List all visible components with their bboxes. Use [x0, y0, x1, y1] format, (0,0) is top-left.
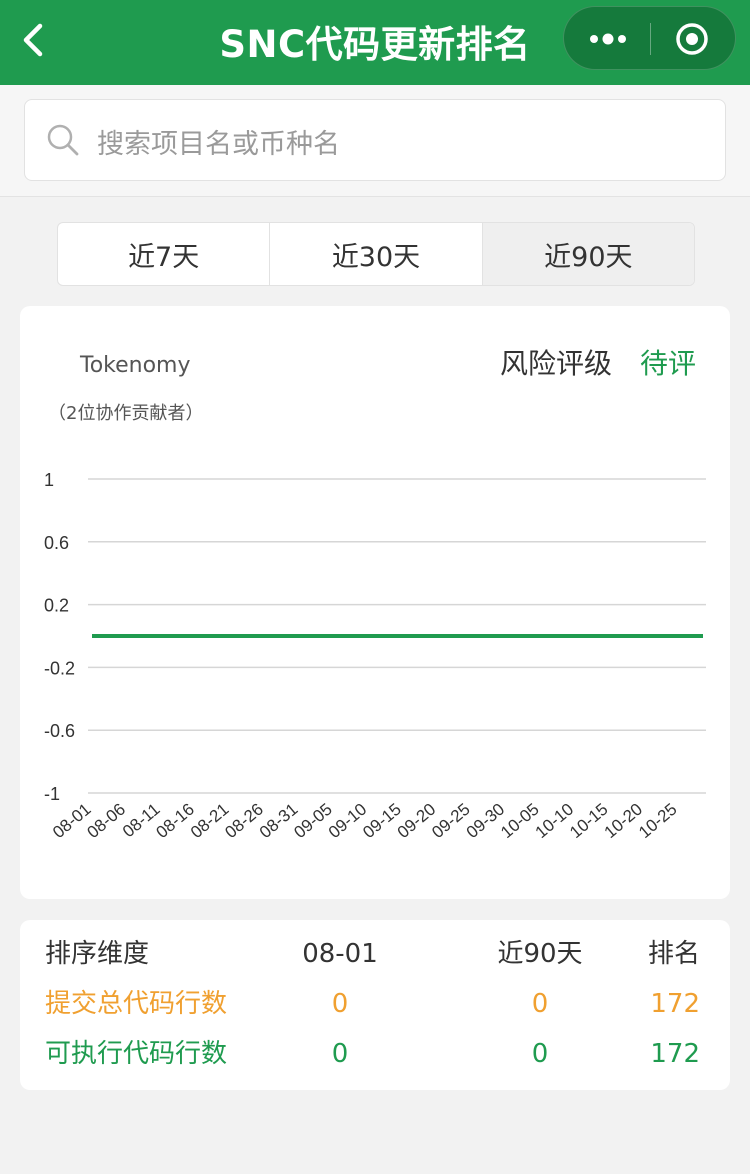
x-tick-label: 10-15: [566, 800, 612, 843]
period-tabs: 近7天 近30天 近90天: [57, 222, 695, 286]
x-tick-label: 08-16: [152, 800, 198, 843]
nav-bar: SNC代码更新排名: [0, 0, 750, 85]
y-tick-label: -0.2: [44, 658, 75, 678]
header-date: 08-01: [302, 939, 378, 969]
y-tick-label: 1: [44, 470, 54, 490]
tab-90-days[interactable]: 近90天: [482, 223, 694, 285]
x-tick-label: 09-15: [359, 800, 405, 843]
x-tick-label: 10-25: [635, 800, 681, 843]
x-tick-label: 08-11: [119, 800, 164, 842]
row-90-day-value: 0: [531, 1039, 549, 1069]
table-row: 可执行代码行数 0 0 172: [20, 1032, 730, 1076]
capsule-divider: [650, 23, 651, 55]
row-name: 可执行代码行数: [45, 1039, 228, 1069]
ranking-table: 排序维度 08-01 近90天 排名 提交总代码行数 0 0 172 可执行代码…: [20, 920, 730, 1090]
more-dots-icon[interactable]: [588, 25, 628, 53]
x-tick-label: 10-05: [497, 800, 543, 843]
x-tick-label: 10-20: [601, 800, 647, 843]
row-rank: 172: [650, 1039, 700, 1069]
row-90-day-value: 0: [531, 989, 549, 1019]
x-tick-label: 09-30: [463, 800, 509, 843]
row-date-value: 0: [331, 1039, 349, 1069]
row-date-value: 0: [331, 989, 349, 1019]
chart-card: 1 0.6 0.2 -0.2 -0.6 -1 08-01 08-06 08-11 08-16 08-…: [20, 306, 730, 899]
search-placeholder: 搜索项目名或币种名: [97, 129, 340, 160]
x-tick-label: 08-26: [221, 800, 267, 843]
y-tick-label: 0.6: [44, 533, 69, 553]
search-area: 搜索项目名或币种名: [0, 85, 750, 197]
header-rank: 排名: [647, 939, 700, 969]
line-chart: 10.60.2-0.2-0.6-108-0108-0608-1108-1608-…: [44, 470, 706, 843]
y-tick-label: -1: [44, 784, 60, 804]
row-rank: 172: [650, 989, 700, 1019]
header-90-days: 近90天: [497, 939, 583, 969]
tab-7-days[interactable]: 近7天: [58, 223, 271, 285]
risk-rating-label: 风险评级: [500, 347, 613, 380]
search-input[interactable]: 搜索项目名或币种名: [24, 99, 726, 181]
x-tick-label: 08-31: [256, 800, 302, 843]
row-name: 提交总代码行数: [45, 989, 228, 1019]
y-tick-label: 0.2: [44, 596, 69, 616]
contributors-count: （2位协作贡献者）: [48, 403, 204, 424]
x-tick-label: 08-06: [84, 800, 130, 843]
table-row: 提交总代码行数 0 0 172: [20, 982, 730, 1026]
project-name: Tokenomy: [80, 353, 191, 378]
x-tick-label: 09-05: [290, 800, 336, 843]
risk-rating-value: 待评: [640, 347, 697, 380]
y-tick-label: -0.6: [44, 721, 75, 741]
mini-program-capsule: [563, 6, 736, 70]
x-tick-label: 09-10: [325, 800, 371, 843]
x-tick-label: 08-21: [187, 800, 233, 843]
target-circle-icon[interactable]: [674, 21, 710, 57]
tab-30-days[interactable]: 近30天: [270, 223, 483, 285]
x-tick-label: 10-10: [532, 800, 578, 843]
x-tick-label: 09-20: [394, 800, 440, 843]
x-tick-label: 09-25: [428, 800, 474, 843]
table-header-row: 排序维度 08-01 近90天 排名: [20, 932, 730, 976]
header-dimension: 排序维度: [45, 939, 150, 969]
x-tick-label: 08-01: [49, 800, 95, 843]
search-icon: [47, 124, 79, 156]
